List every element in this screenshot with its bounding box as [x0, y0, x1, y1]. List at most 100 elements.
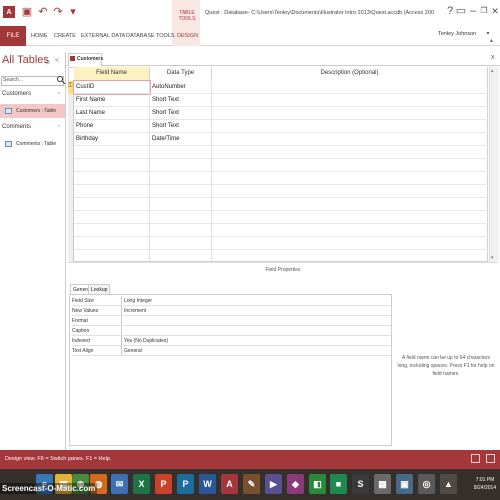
- design-view-icon[interactable]: [486, 454, 495, 463]
- nav-group-comments[interactable]: Comments: [2, 124, 31, 130]
- access-icon[interactable]: A: [221, 474, 238, 494]
- greenapp-icon[interactable]: ◧: [309, 474, 326, 494]
- description-cell[interactable]: [212, 211, 488, 224]
- group-collapse-icon[interactable]: ⌃: [57, 92, 61, 98]
- field-name-cell[interactable]: [74, 211, 150, 224]
- tab-create[interactable]: CREATE: [54, 33, 76, 39]
- collapse-ribbon-icon[interactable]: ▴: [490, 37, 493, 44]
- description-cell[interactable]: [212, 159, 488, 172]
- tab-database-tools[interactable]: DATABASE TOOLS: [126, 33, 175, 39]
- word-icon[interactable]: W: [199, 474, 216, 494]
- nav-dropdown-icon[interactable]: ⊙: [45, 59, 50, 66]
- field-name-cell[interactable]: Last Name: [74, 107, 150, 120]
- property-value[interactable]: General: [123, 346, 391, 356]
- app-icon-2[interactable]: ▦: [374, 474, 391, 494]
- property-value[interactable]: Increment: [123, 306, 391, 316]
- publisher-icon[interactable]: P: [177, 474, 194, 494]
- user-name[interactable]: Tenley Johnson: [438, 31, 476, 37]
- evernote-icon[interactable]: ■: [330, 474, 347, 494]
- undo-icon[interactable]: ↶: [36, 4, 50, 18]
- field-name-cell[interactable]: Phone: [74, 120, 150, 133]
- description-cell[interactable]: [212, 185, 488, 198]
- excel-icon[interactable]: X: [133, 474, 150, 494]
- property-value[interactable]: Yes (No Duplicates): [123, 336, 391, 346]
- scroll-up-icon[interactable]: ▴: [491, 68, 494, 74]
- tab-external-data[interactable]: EXTERNAL DATA: [81, 33, 125, 39]
- data-type-cell[interactable]: [150, 211, 212, 224]
- description-cell[interactable]: [212, 107, 488, 120]
- nav-group-customers[interactable]: Customers: [2, 91, 31, 97]
- media-icon[interactable]: ▶: [265, 474, 282, 494]
- data-type-cell[interactable]: [150, 198, 212, 211]
- field-name-cell[interactable]: CustID: [73, 80, 151, 95]
- nav-pane-title[interactable]: All Tables: [2, 54, 49, 66]
- data-type-cell[interactable]: Short Text: [150, 107, 212, 120]
- property-label: New Values: [71, 306, 122, 316]
- tab-lookup[interactable]: Lookup: [88, 284, 111, 294]
- description-cell[interactable]: [212, 237, 488, 250]
- sam-app-icon[interactable]: S: [352, 474, 369, 494]
- description-cell[interactable]: [212, 94, 488, 107]
- data-type-cell[interactable]: [150, 146, 212, 159]
- description-cell[interactable]: [212, 120, 488, 133]
- field-help-text: A field name can be up to 64 characters …: [397, 355, 495, 377]
- access-app-icon[interactable]: A: [3, 6, 15, 18]
- app-icon-5[interactable]: ▲: [440, 474, 457, 494]
- datasheet-view-icon[interactable]: [471, 454, 480, 463]
- powerpoint-icon[interactable]: P: [155, 474, 172, 494]
- column-header-field-name[interactable]: Field Name: [74, 67, 150, 80]
- property-label: Text Align: [71, 346, 122, 356]
- description-cell[interactable]: [212, 198, 488, 211]
- data-type-cell[interactable]: [150, 185, 212, 198]
- field-name-cell[interactable]: [74, 185, 150, 198]
- data-type-cell[interactable]: Date/Time: [150, 133, 212, 146]
- taskbar-clock[interactable]: 7:01 PM 8/24/2014: [470, 476, 500, 492]
- field-name-cell[interactable]: [74, 172, 150, 185]
- scroll-down-icon[interactable]: ▾: [491, 255, 494, 261]
- data-type-cell[interactable]: [150, 224, 212, 237]
- field-name-cell[interactable]: Birthday: [74, 133, 150, 146]
- property-value[interactable]: [123, 316, 391, 326]
- app-icon-4[interactable]: ◎: [418, 474, 435, 494]
- paint-icon[interactable]: ✎: [243, 474, 260, 494]
- field-name-cell[interactable]: [74, 224, 150, 237]
- field-name-cell[interactable]: [74, 159, 150, 172]
- data-type-cell[interactable]: Short Text: [150, 94, 212, 107]
- mail-icon[interactable]: ✉: [111, 474, 128, 494]
- customize-toolbar-icon[interactable]: ▾: [66, 4, 80, 18]
- nav-item-label: Customers : Table: [16, 108, 57, 114]
- nav-item-comments-table[interactable]: Comments : Table: [16, 141, 56, 147]
- data-type-cell[interactable]: [150, 172, 212, 185]
- field-name-cell[interactable]: First Name: [74, 94, 150, 107]
- tab-home[interactable]: HOME: [31, 33, 48, 39]
- property-value[interactable]: Long Integer: [123, 296, 391, 306]
- window-close-button[interactable]: ✕: [487, 4, 500, 18]
- save-icon[interactable]: ▣: [20, 4, 34, 18]
- app-icon-3[interactable]: ▣: [396, 474, 413, 494]
- field-name-cell[interactable]: [74, 146, 150, 159]
- column-header-description[interactable]: Description (Optional): [212, 67, 488, 80]
- close-document-icon[interactable]: x: [491, 54, 495, 61]
- data-type-cell[interactable]: AutoNumber: [150, 81, 212, 94]
- nav-collapse-icon[interactable]: «: [55, 57, 59, 64]
- tab-design[interactable]: DESIGN: [177, 33, 198, 39]
- description-cell[interactable]: [212, 146, 488, 159]
- property-value[interactable]: [123, 326, 391, 336]
- app-icon[interactable]: ◆: [287, 474, 304, 494]
- description-cell[interactable]: [212, 224, 488, 237]
- search-icon[interactable]: [56, 75, 66, 85]
- field-name-cell[interactable]: [74, 198, 150, 211]
- vertical-scrollbar[interactable]: [489, 67, 499, 262]
- redo-icon[interactable]: ↷: [51, 4, 65, 18]
- data-type-cell[interactable]: [150, 237, 212, 250]
- description-cell[interactable]: [212, 81, 488, 94]
- column-header-data-type[interactable]: Data Type: [150, 67, 212, 80]
- data-type-cell[interactable]: [150, 159, 212, 172]
- description-cell[interactable]: [212, 133, 488, 146]
- field-name-cell[interactable]: [74, 237, 150, 250]
- group-collapse-icon[interactable]: ⌃: [57, 125, 61, 131]
- screencast-watermark: Screencast-O-Matic.com: [0, 483, 98, 494]
- data-type-cell[interactable]: Short Text: [150, 120, 212, 133]
- tab-file[interactable]: FILE: [0, 26, 26, 46]
- description-cell[interactable]: [212, 172, 488, 185]
